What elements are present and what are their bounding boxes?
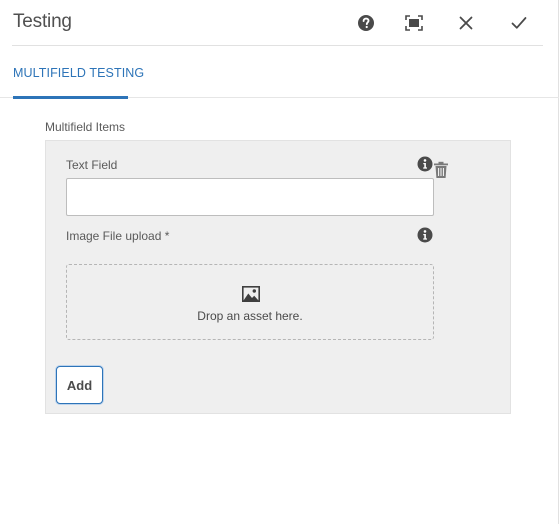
info-icon[interactable]: [417, 156, 433, 172]
image-dropzone[interactable]: Drop an asset here.: [66, 264, 434, 340]
close-icon: [459, 16, 473, 30]
add-button[interactable]: Add: [56, 366, 103, 404]
trash-icon[interactable]: [433, 161, 449, 179]
help-icon: [358, 15, 374, 31]
close-button[interactable]: [454, 11, 478, 35]
active-tab-indicator: [13, 96, 128, 99]
text-field-input[interactable]: [66, 178, 434, 216]
info-icon[interactable]: [417, 227, 433, 243]
dialog: Testing MULTIFIELD TESTING Multifield It…: [0, 0, 559, 524]
tab-multifield-testing[interactable]: MULTIFIELD TESTING: [13, 47, 144, 99]
fullscreen-button[interactable]: [402, 11, 426, 35]
tab-bar: MULTIFIELD TESTING: [0, 47, 559, 99]
dropzone-text: Drop an asset here.: [197, 309, 303, 323]
text-field-label: Text Field: [66, 158, 118, 172]
done-button[interactable]: [507, 11, 531, 35]
help-button[interactable]: [354, 11, 378, 35]
checkmark-icon: [511, 17, 527, 29]
tab-label: MULTIFIELD TESTING: [13, 66, 145, 80]
image-icon: [242, 286, 260, 302]
dialog-title: Testing: [13, 11, 72, 32]
fullscreen-icon: [405, 15, 423, 31]
dialog-header: Testing: [12, 0, 543, 46]
image-upload-label: Image File upload *: [66, 229, 170, 243]
multifield-label: Multifield Items: [45, 120, 126, 134]
